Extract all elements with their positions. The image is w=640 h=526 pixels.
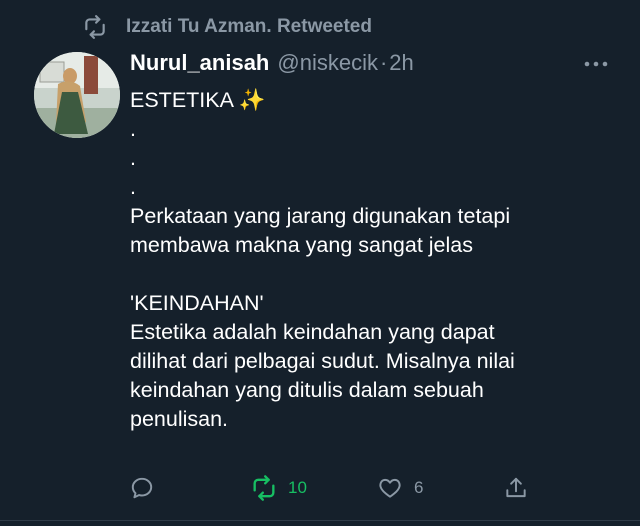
separator-dot: · bbox=[379, 50, 388, 75]
tweet-text-line: membawa makna yang sangat jelas bbox=[130, 233, 473, 257]
tweet[interactable]: Izzati Tu Azman. Retweeted Nurul_anisah … bbox=[0, 0, 640, 526]
tweet-text-line: . bbox=[130, 175, 136, 199]
heart-icon bbox=[376, 474, 404, 502]
tweet-text-line bbox=[130, 260, 630, 289]
tweet-text-line: penulisan. bbox=[130, 407, 229, 431]
reply-button[interactable] bbox=[128, 472, 156, 504]
tweet-text-line: Perkataan yang jarang digunakan tetapi bbox=[130, 204, 511, 228]
author-display-name[interactable]: Nurul_anisah bbox=[130, 50, 269, 76]
author-handle[interactable]: @niskecik bbox=[277, 50, 378, 76]
retweet-context-text: Izzati Tu Azman. Retweeted bbox=[126, 16, 372, 37]
tweet-text-line: . bbox=[130, 146, 136, 170]
more-options-button[interactable] bbox=[580, 54, 612, 74]
tweet-text-line: keindahan yang ditulis dalam sebuah bbox=[130, 378, 484, 402]
share-icon bbox=[502, 474, 530, 502]
retweet-button[interactable]: 10 bbox=[250, 472, 307, 504]
tweet-timestamp[interactable]: 2h bbox=[389, 50, 413, 76]
tweet-header: Nurul_anisah @niskecik · 2h bbox=[130, 50, 414, 76]
tweet-text-line: ESTETIKA ✨ bbox=[130, 88, 266, 112]
more-options-icon bbox=[584, 55, 608, 73]
tweet-text-line: . bbox=[130, 117, 136, 141]
retweet-icon bbox=[250, 474, 278, 502]
share-button[interactable] bbox=[502, 472, 530, 504]
tweet-actions: 10 6 bbox=[0, 472, 640, 504]
like-button[interactable]: 6 bbox=[376, 472, 423, 504]
retweet-context[interactable]: Izzati Tu Azman. Retweeted bbox=[82, 14, 372, 40]
tweet-text-line: 'KEINDAHAN' bbox=[130, 291, 264, 315]
tweet-text: ESTETIKA ✨ . . . Perkataan yang jarang d… bbox=[130, 86, 630, 434]
tweet-text-line: Estetika adalah keindahan yang dapat bbox=[130, 320, 495, 344]
like-count: 6 bbox=[414, 478, 424, 497]
retweet-icon bbox=[82, 14, 108, 40]
retweet-count: 10 bbox=[288, 478, 307, 497]
tweet-text-line: dilihat dari pelbagai sudut. Misalnya ni… bbox=[130, 349, 515, 373]
reply-icon bbox=[128, 474, 156, 502]
divider bbox=[0, 520, 640, 521]
avatar[interactable] bbox=[34, 52, 120, 138]
